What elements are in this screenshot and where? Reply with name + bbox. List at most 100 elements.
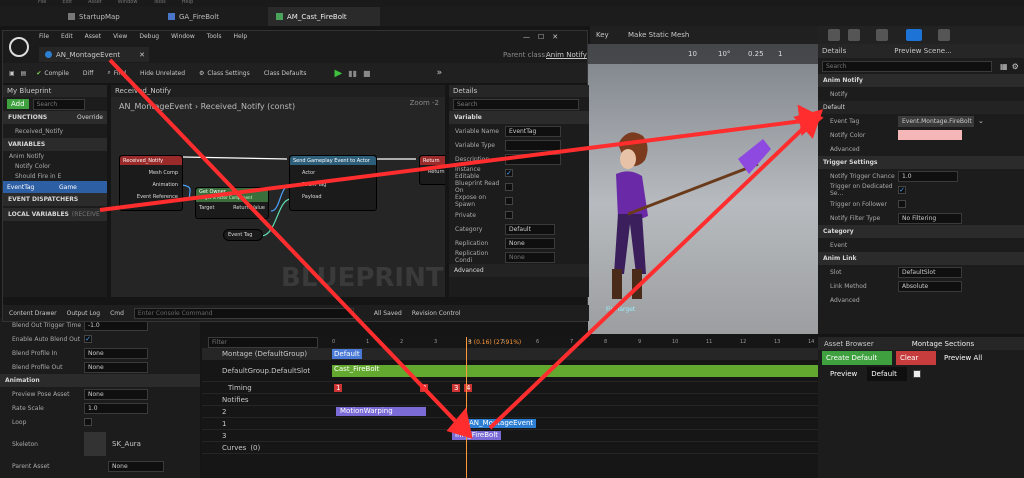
parent-asset-select[interactable]: None bbox=[108, 460, 164, 472]
browse-icon[interactable]: ▤ bbox=[21, 70, 27, 77]
notify-filter-type-select[interactable]: No Filtering bbox=[898, 212, 962, 224]
parent-class-link[interactable]: Anim Notify bbox=[546, 51, 587, 59]
pin-payload[interactable]: Payload bbox=[302, 191, 376, 203]
blend-profile-in-select[interactable]: None bbox=[84, 347, 148, 359]
default-section-field[interactable]: Default bbox=[867, 367, 908, 381]
cmd-button[interactable]: Cmd bbox=[110, 310, 124, 317]
segment-cast-firebolt[interactable]: Cast_FireBolt bbox=[332, 364, 818, 377]
main-menu-file[interactable]: File bbox=[38, 0, 46, 5]
blend-profile-out-select[interactable]: None bbox=[84, 361, 148, 373]
node-return[interactable]: Return Return V bbox=[419, 155, 445, 185]
preview-viewport[interactable]: 10 10° 0.25 1 FireTarget bbox=[588, 44, 818, 334]
blueprint-graph[interactable]: Received_Notify AN_MontageEvent › Receiv… bbox=[111, 85, 445, 297]
anim-mode-icon[interactable] bbox=[876, 29, 888, 41]
section-default-marker[interactable]: Default bbox=[332, 348, 362, 359]
var-type-picker[interactable] bbox=[505, 139, 561, 151]
variables-header[interactable]: VARIABLES bbox=[3, 138, 107, 151]
event-dispatchers-header[interactable]: EVENT DISPATCHERS bbox=[3, 193, 107, 206]
pin-event-tag[interactable]: Event Tag bbox=[302, 179, 376, 191]
functions-header[interactable]: FUNCTIONS bbox=[8, 114, 47, 121]
class-defaults-button[interactable]: Class Defaults bbox=[260, 66, 311, 80]
local-variables-header[interactable]: LOCAL VARIABLES bbox=[8, 211, 69, 218]
my-blueprint-tab[interactable]: My Blueprint bbox=[3, 85, 107, 97]
pin-mesh-comp[interactable]: Mesh Comp bbox=[120, 167, 178, 179]
anim-notify-section[interactable]: Anim Notify bbox=[818, 74, 1024, 87]
expose-spawn-checkbox[interactable] bbox=[505, 197, 513, 205]
key-label[interactable]: Key bbox=[596, 31, 609, 39]
playhead[interactable] bbox=[466, 337, 467, 478]
bp-menu-debug[interactable]: Debug bbox=[139, 33, 159, 40]
compile-button[interactable]: ✔ Compile bbox=[32, 66, 73, 80]
skeleton-thumbnail[interactable] bbox=[84, 432, 106, 456]
scale-readout[interactable]: 0.25 bbox=[748, 50, 764, 58]
link-method-select[interactable]: Absolute bbox=[898, 280, 962, 292]
loop-checkbox[interactable] bbox=[84, 418, 92, 426]
pin-animation[interactable]: Animation bbox=[120, 179, 179, 191]
event-tag-value[interactable]: Event.Montage.FireBolt bbox=[898, 115, 974, 127]
pin-target[interactable]: Target bbox=[199, 205, 214, 211]
montage-sections-tab[interactable]: Montage Sections bbox=[912, 340, 974, 348]
bp-details-tab[interactable]: Details bbox=[453, 87, 477, 95]
advanced-expander-2[interactable]: Advanced bbox=[818, 297, 898, 304]
var-name-field[interactable]: EventTag bbox=[505, 125, 561, 137]
diff-button[interactable]: Diff bbox=[79, 66, 97, 80]
bp-menu-help[interactable]: Help bbox=[234, 33, 248, 40]
main-menu-tools[interactable]: Tools bbox=[153, 0, 165, 5]
anim-notify-category[interactable]: Anim Notify bbox=[3, 153, 83, 160]
skeleton-value[interactable]: SK_Aura bbox=[112, 440, 141, 448]
pin-return-v[interactable]: Return V bbox=[420, 165, 445, 175]
preview-button[interactable]: Preview bbox=[826, 367, 861, 381]
make-static-mesh-button[interactable]: Make Static Mesh bbox=[628, 31, 689, 39]
my-blueprint-search[interactable]: Search bbox=[32, 98, 85, 110]
pin-actor[interactable]: Actor bbox=[302, 167, 376, 179]
var-should-fire[interactable]: Should Fire in E bbox=[3, 173, 83, 180]
physics-mode-icon[interactable] bbox=[938, 29, 950, 41]
revision-control-button[interactable]: Revision Control bbox=[412, 310, 461, 317]
bp-menu-edit[interactable]: Edit bbox=[61, 33, 73, 40]
close-tab-icon[interactable]: ✕ bbox=[139, 51, 145, 59]
notify-motion-warping[interactable]: MotionWarping bbox=[336, 407, 426, 416]
category-section[interactable]: Category bbox=[818, 225, 1024, 238]
notify-info-firebolt[interactable]: Info_FireBolt bbox=[452, 431, 502, 440]
notify-color-swatch[interactable] bbox=[898, 130, 962, 140]
enable-auto-blend-out-checkbox[interactable] bbox=[84, 335, 92, 343]
description-field[interactable] bbox=[505, 153, 561, 165]
play-icon[interactable]: ▶ bbox=[334, 68, 342, 79]
montage-mode-icon[interactable] bbox=[906, 29, 922, 41]
bp-menu-window[interactable]: Window bbox=[171, 33, 195, 40]
tab-am-cast-firebolt[interactable]: AM_Cast_FireBolt bbox=[268, 7, 380, 26]
bp-tab-an-montage-event[interactable]: AN_MontageEvent ✕ bbox=[39, 47, 149, 62]
var-notify-color[interactable]: Notify Color bbox=[3, 163, 83, 170]
fov-readout[interactable]: 10 bbox=[688, 50, 697, 58]
window-controls[interactable]: —☐✕ bbox=[523, 33, 566, 41]
trigger-settings-section[interactable]: Trigger Settings bbox=[818, 156, 1024, 169]
clear-button[interactable]: Clear bbox=[896, 351, 936, 365]
rate-scale-field[interactable]: 1.0 bbox=[84, 402, 148, 414]
instance-editable-checkbox[interactable] bbox=[505, 169, 513, 177]
notify-trigger-chance-field[interactable]: 1.0 bbox=[898, 170, 958, 182]
replication-cond-select[interactable]: None bbox=[505, 251, 555, 263]
pin-return-value[interactable]: Return Value bbox=[233, 205, 265, 211]
animation-section[interactable]: Animation bbox=[0, 374, 200, 387]
variable-section[interactable]: Variable bbox=[449, 111, 589, 124]
node-received-notify[interactable]: Received_Notify Mesh Comp Animation Even… bbox=[119, 155, 183, 211]
bp-menu-view[interactable]: View bbox=[113, 33, 127, 40]
function-received-notify[interactable]: Received_Notify bbox=[3, 128, 103, 135]
add-button[interactable]: Add bbox=[7, 99, 29, 109]
event-expander[interactable]: Event bbox=[818, 242, 898, 249]
var-event-tag-type[interactable]: Game bbox=[59, 184, 77, 191]
main-menu-help[interactable]: Help bbox=[182, 0, 193, 5]
pin-event-reference[interactable]: Event Reference bbox=[120, 191, 178, 203]
main-menu-window[interactable]: Window bbox=[118, 0, 138, 5]
preview-pose-asset-select[interactable]: None bbox=[84, 388, 148, 400]
settings-gear-icon[interactable]: ⚙ bbox=[1012, 62, 1019, 71]
timeline-ruler[interactable]: 0 1 2 3 4 5 6 7 8 9 10 11 12 13 14 bbox=[332, 337, 818, 348]
var-event-tag[interactable]: EventTag bbox=[3, 184, 59, 191]
details-search-input[interactable]: Search bbox=[822, 60, 992, 72]
hide-unrelated-button[interactable]: Hide Unrelated bbox=[136, 66, 189, 80]
trigger-follower-checkbox[interactable] bbox=[898, 200, 906, 208]
output-log-button[interactable]: Output Log bbox=[67, 310, 100, 317]
main-menu-edit[interactable]: Edit bbox=[62, 0, 72, 5]
mesh-mode-icon[interactable] bbox=[848, 29, 860, 41]
node-get-owner[interactable]: Get Owner Target is Actor Component Targe… bbox=[195, 187, 269, 219]
